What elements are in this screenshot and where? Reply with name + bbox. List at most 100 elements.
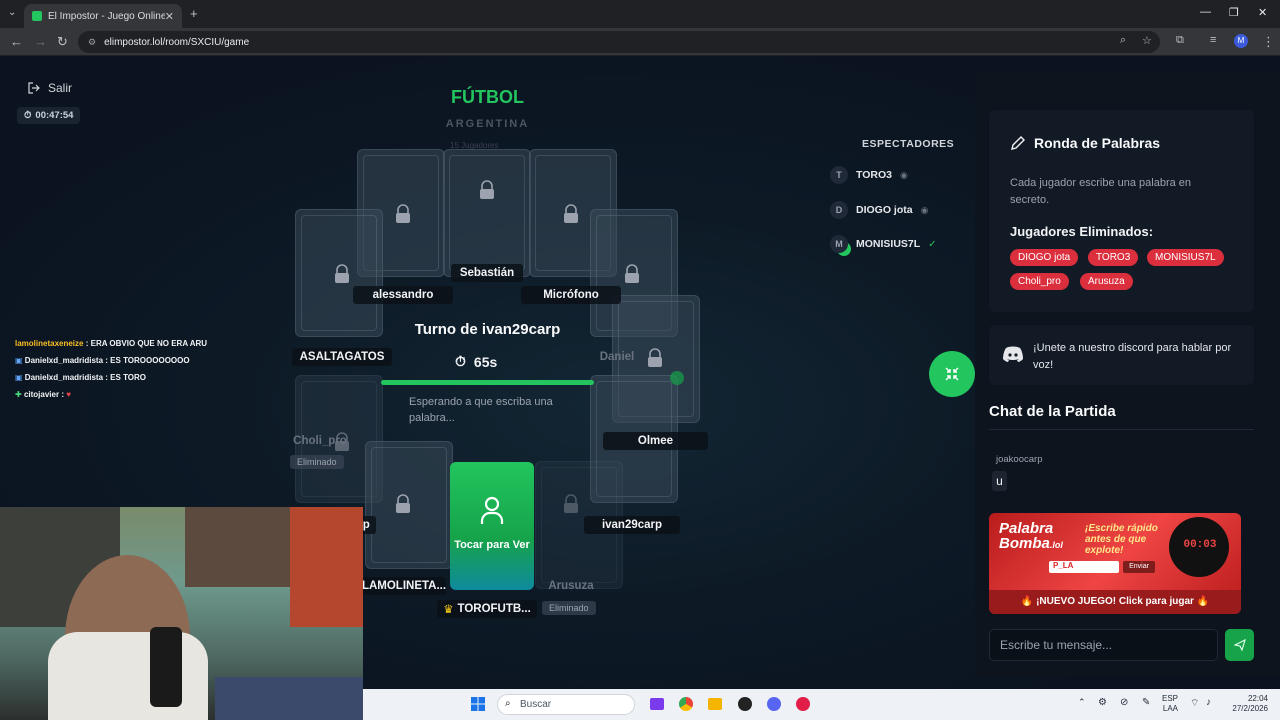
lock-icon bbox=[625, 264, 639, 283]
zoom-icon[interactable]: ⌕ bbox=[1120, 34, 1126, 47]
webcam-overlay bbox=[0, 507, 363, 720]
player-name: ivan29carp bbox=[584, 516, 680, 534]
spectator-item: T TORO3 ◉ bbox=[830, 166, 908, 184]
stream-chat-line: ▣ Danielxd_madridista : ES TOROOOOOOOO bbox=[15, 356, 190, 365]
chat-message-input[interactable]: Escribe tu mensaje... bbox=[989, 629, 1218, 661]
lock-icon bbox=[335, 264, 349, 283]
chat-message: u bbox=[992, 471, 1007, 491]
language-indicator[interactable]: ESP LAA bbox=[1160, 694, 1178, 714]
media-icon[interactable]: ≡ bbox=[1210, 34, 1216, 46]
webcam-microphone bbox=[150, 627, 182, 707]
eliminated-pill: TORO3 bbox=[1088, 249, 1139, 266]
stream-chat-line: lamolinetaxeneize : ERA OBVIO QUE NO ERA… bbox=[15, 339, 207, 348]
lock-icon bbox=[564, 204, 578, 223]
user-icon bbox=[480, 496, 504, 524]
badge-icon: ✚ bbox=[15, 390, 22, 399]
taskbar-search[interactable]: ⌕ Buscar bbox=[497, 694, 635, 715]
extensions-icon[interactable]: ⧉ bbox=[1176, 34, 1184, 47]
send-button[interactable] bbox=[1225, 629, 1254, 661]
lock-icon bbox=[396, 204, 410, 223]
host-player-name: ♛ TOROFUTB... bbox=[437, 600, 537, 618]
eye-icon: ◉ bbox=[899, 169, 908, 180]
host-player-label: TOROFUTB... bbox=[457, 603, 531, 615]
bookmark-star-icon[interactable]: ☆ bbox=[1142, 34, 1152, 47]
discord-taskbar-icon[interactable] bbox=[767, 697, 781, 711]
player-name: Choli_pro bbox=[293, 435, 347, 447]
eliminated-badge: Eliminado bbox=[290, 455, 344, 469]
eliminated-badge: Eliminado bbox=[542, 601, 596, 615]
player-name: LAMOLINETA... bbox=[362, 577, 446, 595]
player-card[interactable] bbox=[443, 149, 531, 277]
wifi-icon[interactable]: ⌔ bbox=[1190, 697, 1199, 710]
discord-icon bbox=[1003, 346, 1023, 362]
tab-list-icon[interactable]: ⌄ bbox=[8, 7, 16, 18]
webcam-desk bbox=[215, 677, 363, 720]
spectator-name: TORO3 bbox=[856, 169, 892, 181]
lock-icon bbox=[564, 494, 578, 513]
teams-icon[interactable] bbox=[650, 698, 664, 710]
address-bar-row: ← → ↻ ⚙ elimpostor.lol/room/SXCIU/game ⌕… bbox=[0, 28, 1280, 56]
collapse-panel-button[interactable] bbox=[929, 351, 975, 397]
browser-tab-bar: ⌄ El Impostor - Juego Online Gra ✕ + — ❐… bbox=[0, 0, 1280, 28]
taskbar-search-label: Buscar bbox=[520, 699, 552, 710]
chat-text: : bbox=[61, 390, 64, 399]
spectator-item: D DIOGO jota ◉ bbox=[830, 201, 928, 219]
promo-banner[interactable]: Palabra Bomba.lol ¡Escribe rápido antes d… bbox=[989, 513, 1241, 614]
player-name: Daniel bbox=[599, 351, 635, 363]
eye-icon: ◉ bbox=[920, 204, 929, 215]
lock-icon bbox=[396, 494, 410, 513]
browser-tab[interactable]: El Impostor - Juego Online Gra ✕ bbox=[24, 4, 182, 28]
clock[interactable]: 22:04 27/2/2026 bbox=[1218, 694, 1268, 714]
avatar: T bbox=[830, 166, 848, 184]
exit-button[interactable]: Salir bbox=[28, 81, 72, 95]
chat-title: Chat de la Partida bbox=[989, 403, 1116, 420]
badge-icon: ▣ bbox=[15, 373, 23, 382]
close-tab-icon[interactable]: ✕ bbox=[165, 10, 174, 23]
webcam-shirt bbox=[48, 632, 208, 720]
close-window-icon[interactable]: ✕ bbox=[1258, 6, 1267, 19]
elapsed-timer: ⏱ 00:47:54 bbox=[17, 107, 81, 124]
waiting-text: Esperando a que escriba una palabra... bbox=[409, 396, 553, 424]
banner-tagline: ¡Escribe rápido antes de que explote! bbox=[1085, 523, 1158, 556]
category-title: FÚTBOL bbox=[451, 87, 524, 107]
banner-logo-suffix: .lol bbox=[1049, 540, 1063, 550]
reload-icon[interactable]: ↻ bbox=[57, 34, 68, 50]
tray-icon[interactable]: ⚙ bbox=[1098, 697, 1107, 708]
minimize-icon[interactable]: — bbox=[1200, 6, 1211, 18]
profile-avatar[interactable]: M bbox=[1234, 34, 1248, 48]
avatar: M bbox=[830, 235, 848, 253]
url-field[interactable]: ⚙ elimpostor.lol/room/SXCIU/game bbox=[78, 31, 1160, 53]
browser-menu-icon[interactable]: ⋮ bbox=[1262, 34, 1275, 50]
tap-to-view-card[interactable]: Tocar para Ver bbox=[450, 462, 534, 590]
turn-seconds: 65s bbox=[473, 353, 498, 370]
tray-icon[interactable]: ✎ bbox=[1142, 697, 1150, 708]
forward-icon[interactable]: → bbox=[34, 34, 47, 49]
tray-icon[interactable]: ⊘ bbox=[1120, 697, 1128, 708]
tab-title: El Impostor - Juego Online Gra bbox=[48, 10, 165, 22]
eliminated-pill: MONISIUS7L bbox=[1147, 249, 1224, 266]
tray-overflow-icon[interactable]: ⌃ bbox=[1078, 697, 1086, 708]
chat-placeholder: Escribe tu mensaje... bbox=[1000, 638, 1113, 652]
back-icon[interactable]: ← bbox=[10, 34, 23, 49]
lang-line2: LAA bbox=[1162, 704, 1178, 713]
player-name: Arusuza bbox=[548, 580, 594, 592]
windows-start-icon[interactable] bbox=[471, 697, 485, 711]
send-icon bbox=[1233, 639, 1246, 651]
discord-text: ¡Unete a nuestro discord para hablar por… bbox=[1033, 342, 1232, 371]
player-name: ASALTAGATOS bbox=[292, 348, 392, 366]
chat-username: joakoocarp bbox=[996, 454, 1043, 465]
file-explorer-icon[interactable] bbox=[708, 698, 722, 710]
discord-invite[interactable]: ¡Unete a nuestro discord para hablar por… bbox=[989, 325, 1254, 385]
volume-icon[interactable]: ♪ bbox=[1206, 697, 1211, 708]
app-icon[interactable] bbox=[796, 697, 810, 711]
subcategory-title: ARGENTINA bbox=[445, 118, 530, 130]
maximize-icon[interactable]: ❐ bbox=[1229, 6, 1239, 19]
site-info-icon[interactable]: ⚙ bbox=[88, 37, 96, 48]
chrome-icon[interactable] bbox=[679, 697, 693, 711]
stopwatch-icon: ⏱ bbox=[455, 353, 466, 369]
chat-text: : ERA OBVIO QUE NO ERA ARU bbox=[85, 339, 208, 348]
new-tab-button[interactable]: + bbox=[190, 6, 198, 21]
clock-time: 22:04 bbox=[1247, 694, 1268, 703]
app-icon[interactable] bbox=[738, 697, 752, 711]
round-title-text: Ronda de Palabras bbox=[1034, 135, 1161, 151]
